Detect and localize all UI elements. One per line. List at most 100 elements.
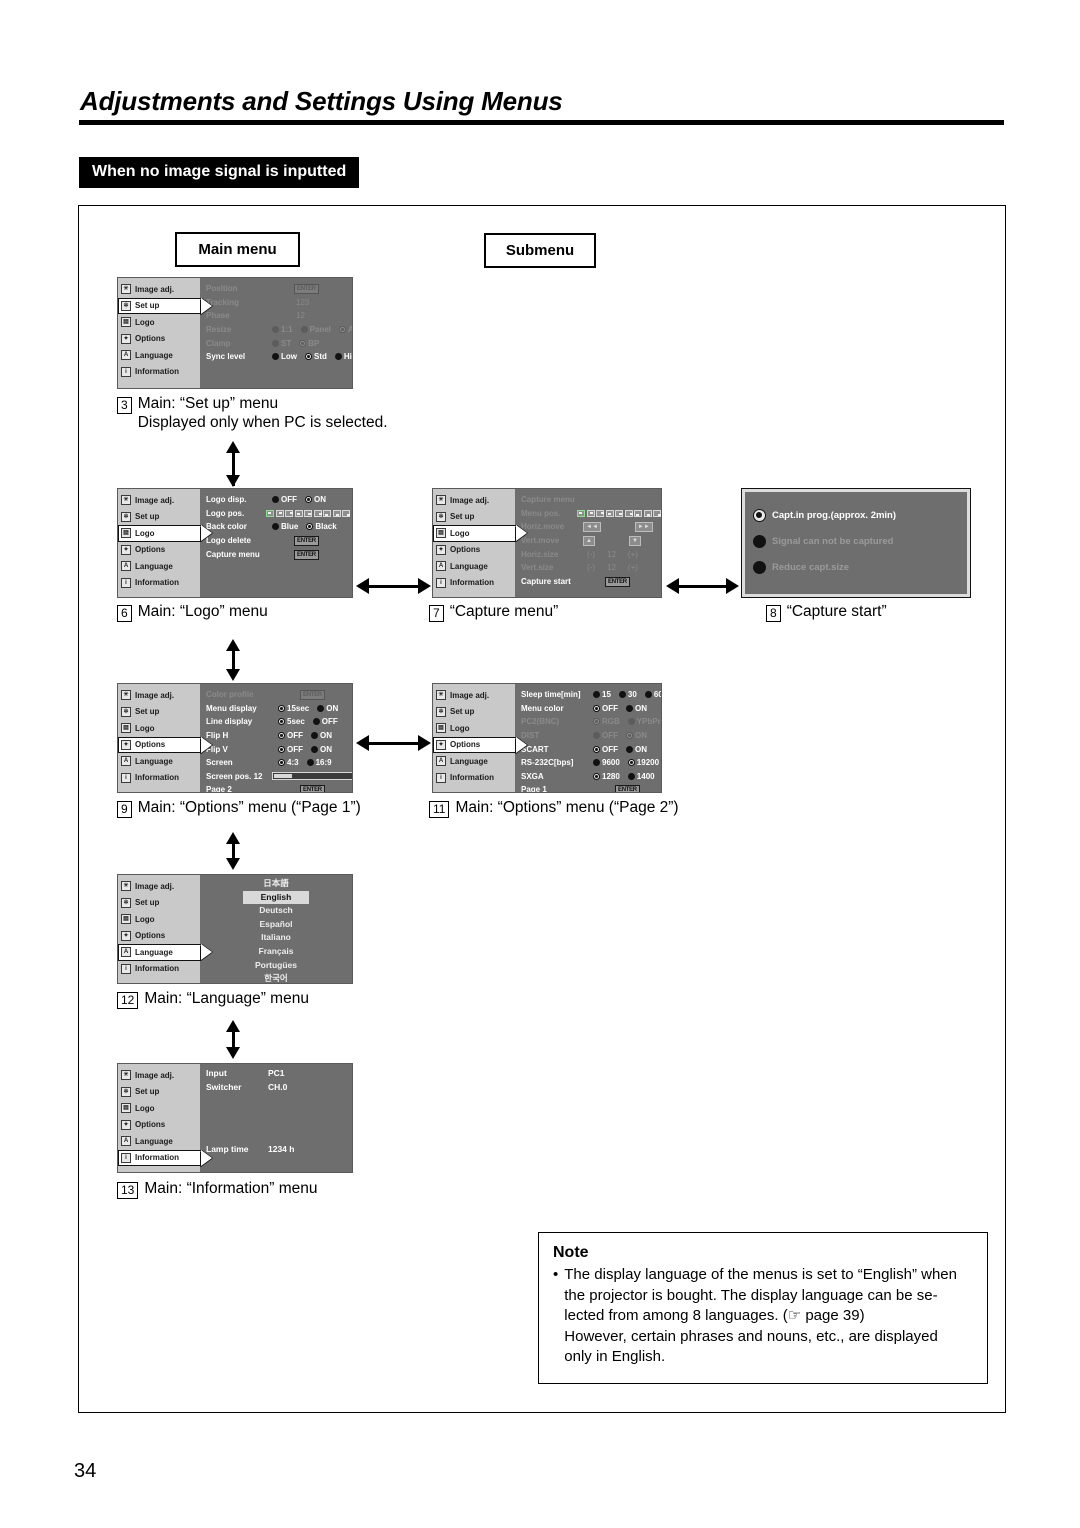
menu-row[interactable]: Screen 4:3 16:9 [206,756,352,770]
radio-on[interactable] [317,704,325,712]
menu-row[interactable]: Resize 1:1 Panel Aspect [206,323,352,337]
radio-std[interactable] [305,353,312,361]
enter-button[interactable]: ENTER [605,576,630,587]
radio-15sec[interactable] [278,704,285,712]
radio-off[interactable] [593,704,600,712]
position-cell[interactable] [275,509,284,517]
position-cell[interactable] [643,509,652,517]
position-cell[interactable] [332,509,341,517]
radio-off[interactable] [278,745,285,753]
menu-row[interactable]: Logo pos. [206,507,350,521]
move-left-button[interactable]: ▲ [583,535,595,546]
menu-row[interactable]: PC2(BNC) RGB YPbPr [521,715,661,729]
menu-row[interactable]: Menu color OFF ON [521,702,661,716]
capture-status-option[interactable]: Capt.in prog.(approx. 2min) [753,502,959,528]
menu-row[interactable]: Flip V OFF ON [206,742,352,756]
menu-row[interactable]: Flip H OFF ON [206,729,352,743]
osd-information-menu[interactable]: ☀ Image adj. ✲ Set up ▤ Logo ✦ Options A Language… [117,1063,353,1173]
radio-9600[interactable] [593,759,600,767]
osd-language-menu[interactable]: ☀ Image adj. ✲ Set up ▤ Logo ✦ Options A Language… [117,874,353,984]
nav-item-information[interactable]: i Information [118,1149,201,1166]
radio-15[interactable] [593,691,600,699]
radio-rgb[interactable] [593,718,600,726]
position-cell[interactable] [624,509,633,517]
language-option[interactable]: Français [200,945,352,959]
nav-item-image-adj[interactable]: ☀ Image adj. [118,878,200,895]
enter-button[interactable]: ENTER [294,536,319,547]
nav-item-logo[interactable]: ▤ Logo [118,720,200,737]
status-radio[interactable] [753,534,766,548]
menu-row[interactable]: Capture menu ENTER [206,547,350,561]
language-option[interactable]: Deutsch [200,904,352,918]
position-cell[interactable] [342,509,350,517]
nav-item-image-adj[interactable]: ☀ Image adj. [433,687,515,704]
nav-item-image-adj[interactable]: ☀ Image adj. [433,492,515,509]
position-cell[interactable] [294,509,303,517]
plus-button[interactable]: (+) [628,563,638,572]
menu-row[interactable]: Clamp ST BP [206,336,352,350]
osd-nav[interactable]: ☀ Image adj. ✲ Set up ▤ Logo ✦ Options A Language… [118,278,201,388]
position-cell[interactable] [266,509,274,517]
position-cell[interactable] [586,509,595,517]
nav-item-set-up[interactable]: ✲ Set up [433,704,515,721]
nav-item-set-up[interactable]: ✲ Set up [118,297,201,314]
nav-item-options[interactable]: ✦ Options [118,542,200,559]
enter-button[interactable]: ENTER [300,690,325,701]
radio-panel[interactable] [300,326,308,334]
nav-item-information[interactable]: i Information [433,575,515,592]
radio-60[interactable] [644,691,652,699]
nav-item-language[interactable]: A Language [118,753,200,770]
radio-black[interactable] [306,523,314,531]
osd-nav[interactable]: ☀ Image adj. ✲ Set up ▤ Logo ✦ Options A Language… [118,1064,201,1172]
menu-row[interactable]: Page 2 ENTER [206,783,352,792]
menu-row[interactable]: Capture start ENTER [521,575,661,589]
radio-off[interactable] [272,496,279,504]
menu-row[interactable]: Menu pos. [521,507,661,521]
osd-logo-menu[interactable]: ☀ Image adj. ✲ Set up ▤ Logo ✦ Options A Language… [117,488,353,598]
nav-item-options[interactable]: ✦ Options [433,736,516,753]
menu-row[interactable]: Screen pos. 12 [206,770,352,784]
nav-item-information[interactable]: i Information [118,961,200,978]
nav-item-language[interactable]: A Language [118,558,200,575]
position-cell[interactable] [605,509,614,517]
radio-5sec[interactable] [278,718,285,726]
menu-row[interactable]: Tracking 123 [206,296,352,310]
menu-row[interactable]: Menu display 15sec ON [206,702,352,716]
nav-item-options[interactable]: ✦ Options [118,1117,200,1134]
menu-row[interactable]: Position ENTER [206,282,352,296]
radio-high[interactable] [334,353,342,361]
radio-on[interactable] [626,732,633,740]
osd-nav[interactable]: ☀ Image adj. ✲ Set up ▤ Logo ✦ Options A Language… [433,684,516,792]
screen-position-slider[interactable] [272,772,352,781]
position-cell[interactable] [653,509,661,517]
menu-row[interactable]: Logo disp. OFF ON [206,493,350,507]
position-cell[interactable] [285,509,293,517]
osd-options-page2-menu[interactable]: ☀ Image adj. ✲ Set up ▤ Logo ✦ Options A Language… [432,683,662,793]
plus-button[interactable]: (+) [628,550,638,559]
language-option[interactable]: 日本語 [200,877,352,891]
menu-row[interactable]: Page 1 ENTER [521,783,661,792]
nav-item-information[interactable]: i Information [433,770,515,787]
position-cell[interactable] [304,509,312,517]
enter-button[interactable]: ENTER [294,549,319,560]
language-option[interactable]: Italiano [200,931,352,945]
move-right-button[interactable]: ▼ [628,535,641,546]
radio-off[interactable] [593,745,600,753]
language-option[interactable]: 한국어 [200,972,352,983]
nav-item-logo[interactable]: ▤ Logo [118,911,200,928]
position-cell[interactable] [615,509,623,517]
nav-item-image-adj[interactable]: ☀ Image adj. [118,281,200,298]
radio-19200[interactable] [627,759,635,767]
radio-st[interactable] [272,339,279,347]
status-radio[interactable] [753,508,766,522]
nav-item-options[interactable]: ✦ Options [118,331,200,348]
menu-row[interactable]: Sync level Low Std High [206,350,352,364]
nav-item-image-adj[interactable]: ☀ Image adj. [118,492,200,509]
radio-low[interactable] [272,353,279,361]
nav-item-language[interactable]: A Language [433,753,515,770]
radio-1400[interactable] [627,772,635,780]
language-list[interactable]: 日本語 English Deutsch Español Italiano Français… [200,875,352,983]
radio-off[interactable] [312,718,320,726]
nav-item-image-adj[interactable]: ☀ Image adj. [118,687,200,704]
nav-item-logo[interactable]: ▤ Logo [433,525,516,542]
